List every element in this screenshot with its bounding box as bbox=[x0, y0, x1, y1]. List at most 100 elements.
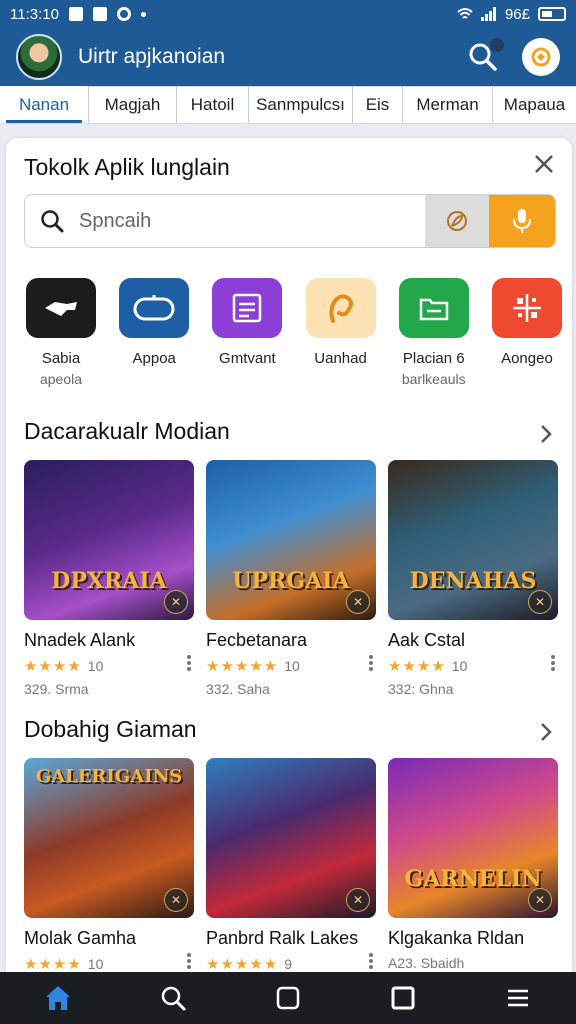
category-shortcuts: Sabia apeola Appoa Gmtvant Uanhad Placia… bbox=[24, 278, 564, 387]
category-uanhad[interactable]: Uanhad bbox=[304, 278, 378, 387]
tab-hatoil[interactable]: Hatoil bbox=[176, 86, 248, 123]
lens-button[interactable] bbox=[425, 195, 489, 247]
more-options-icon[interactable] bbox=[548, 655, 558, 671]
category-appoa[interactable]: Appoa bbox=[117, 278, 191, 387]
badge-icon: ✕ bbox=[346, 888, 370, 912]
tab-label: Sanmpulcsı bbox=[256, 95, 345, 114]
game-title: Fecbetanara bbox=[206, 630, 308, 650]
badge-icon: ✕ bbox=[528, 888, 552, 912]
game-size: 329. Srma bbox=[24, 681, 89, 697]
rating-value: 10 bbox=[451, 658, 468, 674]
search-button[interactable] bbox=[466, 38, 504, 74]
game-title: Nnadek Alank bbox=[24, 630, 136, 650]
star-rating-icon: ★★★★★ bbox=[206, 956, 279, 973]
game-logo: UPRGAIA bbox=[232, 568, 350, 594]
microphone-icon bbox=[513, 209, 531, 233]
battery-icon bbox=[538, 7, 566, 21]
game-card[interactable]: ✕ Panbrd Ralk Lakes ★★★★★ 9 bbox=[206, 758, 376, 973]
search-input[interactable]: Spncaih bbox=[79, 210, 425, 233]
nav-home[interactable] bbox=[38, 978, 78, 1018]
chevron-right-icon[interactable] bbox=[534, 422, 558, 446]
game-artwork: GARNELIN ✕ bbox=[388, 758, 558, 918]
category-gmtvant[interactable]: Gmtvant bbox=[210, 278, 284, 387]
gift-icon bbox=[531, 47, 551, 67]
game-logo: DENAHAS bbox=[409, 568, 537, 594]
menu-icon bbox=[508, 989, 529, 1007]
game-artwork: DENAHAS ✕ bbox=[388, 460, 558, 620]
nav-search[interactable] bbox=[153, 978, 193, 1018]
game-card[interactable]: GALERIGAINS ✕ Molak Gamha ★★★★ 10 bbox=[24, 758, 194, 973]
gamepad-icon bbox=[119, 278, 190, 338]
dot-icon bbox=[140, 11, 146, 17]
folder-icon bbox=[398, 278, 469, 338]
chevron-right-icon[interactable] bbox=[534, 720, 558, 744]
nav-recent[interactable] bbox=[268, 978, 308, 1018]
category-aongeo[interactable]: Aongeo bbox=[490, 278, 564, 387]
search-icon bbox=[41, 210, 64, 233]
category-sabia[interactable]: Sabia apeola bbox=[24, 278, 98, 387]
category-placian[interactable]: Placian 6 barlkeauls bbox=[397, 278, 471, 387]
sync-icon bbox=[116, 7, 131, 21]
tab-nanan[interactable]: Nanan bbox=[0, 86, 88, 123]
app-bar: Uirtr apjkanoian bbox=[0, 28, 576, 86]
rating-value: 10 bbox=[87, 658, 104, 674]
category-label: Gmtvant bbox=[219, 350, 276, 367]
status-bar: 11:3:10 96£ bbox=[0, 0, 576, 28]
tab-merman[interactable]: Merman bbox=[402, 86, 492, 123]
tab-label: Mapaua bbox=[503, 95, 566, 114]
tab-sanmpulcsi[interactable]: Sanmpulcsı bbox=[248, 86, 352, 123]
nav-menu[interactable] bbox=[498, 978, 538, 1018]
tab-label: Eis bbox=[365, 95, 390, 114]
sheet-title: Tokolk Aplik lunglain bbox=[24, 154, 230, 180]
app-title: Uirtr apjkanoian bbox=[78, 45, 226, 68]
close-icon[interactable] bbox=[530, 150, 558, 178]
avatar[interactable] bbox=[16, 34, 62, 80]
tab-magjah[interactable]: Magjah bbox=[88, 86, 176, 123]
badge-icon: ✕ bbox=[164, 590, 188, 614]
profile-button[interactable] bbox=[522, 38, 560, 76]
more-options-icon[interactable] bbox=[366, 655, 376, 671]
section-title: Dacarakualr Modian bbox=[24, 418, 230, 444]
game-logo: DPXRAIA bbox=[51, 568, 167, 594]
more-options-icon[interactable] bbox=[184, 953, 194, 969]
star-rating-icon: ★★★★ bbox=[388, 658, 446, 675]
badge-icon: ✕ bbox=[346, 590, 370, 614]
game-logo: GARNELIN bbox=[404, 866, 542, 892]
game-card[interactable]: DENAHAS ✕ Aak Cstal ★★★★ 10 332: Ghna bbox=[388, 460, 558, 697]
controller-icon bbox=[26, 278, 96, 338]
game-card[interactable]: GARNELIN ✕ Klgakanka Rldan A23. Sbaidh bbox=[388, 758, 558, 973]
rating-value: 10 bbox=[284, 658, 300, 674]
game-artwork: UPRGAIA ✕ bbox=[206, 460, 376, 620]
badge-icon: ✕ bbox=[528, 590, 552, 614]
category-label: Aongeo bbox=[501, 350, 553, 367]
more-options-icon[interactable] bbox=[366, 953, 376, 969]
cell-signal-icon bbox=[480, 7, 496, 21]
game-logo: GALERIGAINS bbox=[35, 766, 183, 787]
star-rating-icon: ★★★★★ bbox=[206, 658, 279, 675]
tab-mapaua[interactable]: Mapaua bbox=[492, 86, 576, 123]
tab-label: Merman bbox=[416, 95, 479, 114]
game-row: DPXRAIA ✕ Nnadek Alank ★★★★ 10 329. Srma … bbox=[24, 460, 558, 697]
status-time: 11:3:10 bbox=[10, 5, 59, 23]
category-label: Placian 6 bbox=[402, 350, 465, 367]
game-title: Aak Cstal bbox=[388, 630, 466, 650]
voice-search-button[interactable] bbox=[489, 195, 555, 247]
game-artwork: GALERIGAINS ✕ bbox=[24, 758, 194, 918]
game-size: A23. Sbaidh bbox=[388, 955, 465, 971]
game-card[interactable]: UPRGAIA ✕ Fecbetanara ★★★★★ 10 332. Saha bbox=[206, 460, 376, 697]
tab-label: Nanan bbox=[18, 94, 70, 114]
tab-eis[interactable]: Eis bbox=[352, 86, 402, 123]
search-icon bbox=[161, 986, 186, 1011]
category-label: Appoa bbox=[132, 350, 176, 367]
bottom-navigation bbox=[0, 972, 576, 1024]
category-tabs: Nanan Magjah Hatoil Sanmpulcsı Eis Merma… bbox=[0, 86, 576, 124]
game-size: 332: Ghna bbox=[388, 681, 454, 697]
more-options-icon[interactable] bbox=[184, 655, 194, 671]
category-sublabel: barlkeauls bbox=[401, 371, 466, 387]
category-label: Uanhad bbox=[314, 350, 367, 367]
nav-library[interactable] bbox=[383, 978, 423, 1018]
game-card[interactable]: DPXRAIA ✕ Nnadek Alank ★★★★ 10 329. Srma bbox=[24, 460, 194, 697]
search-field[interactable]: Spncaih bbox=[24, 194, 556, 248]
tab-label: Magjah bbox=[104, 95, 161, 114]
home-icon bbox=[45, 986, 70, 1010]
